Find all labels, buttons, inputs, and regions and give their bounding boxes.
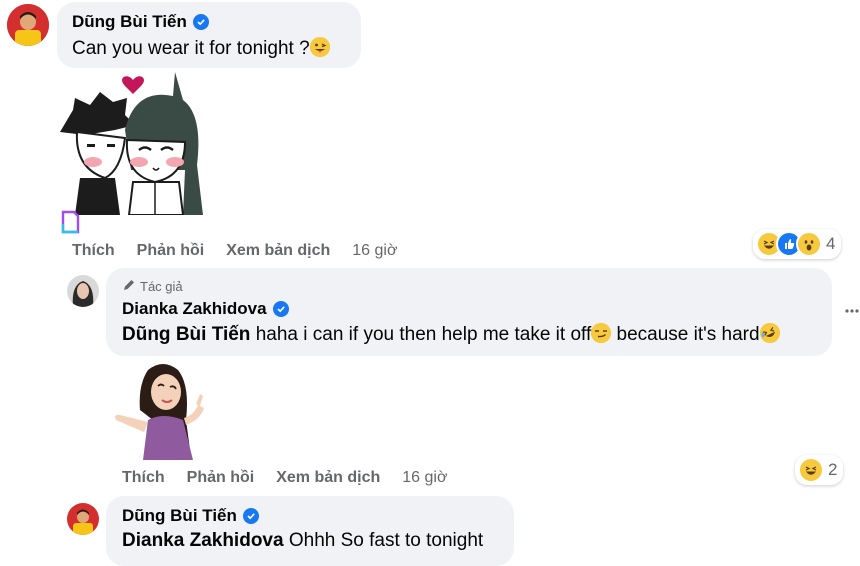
author-name[interactable]: Dianka Zakhidova xyxy=(122,299,267,319)
couple-sticker xyxy=(55,70,205,216)
haha-icon xyxy=(798,457,824,483)
reply-bubble: Dũng Bùi Tiến Dianka Zakhidova Ohhh So f… xyxy=(106,496,514,566)
sticker-pack-icon[interactable] xyxy=(60,210,80,234)
avatar-dung-bui-tien[interactable] xyxy=(67,503,99,535)
translate-link[interactable]: Xem bản dịch xyxy=(276,469,380,487)
author-name[interactable]: Dũng Bùi Tiến xyxy=(122,506,237,526)
reply-text-row: Dũng Bùi Tiến haha i can if you then hel… xyxy=(122,323,780,346)
tongue-out-emoji-icon xyxy=(309,37,330,57)
mention-link[interactable]: Dianka Zakhidova xyxy=(122,530,284,551)
verified-badge-icon xyxy=(192,14,209,30)
rolling-laughing-emoji-icon xyxy=(759,323,780,343)
author-badge: Tác giả xyxy=(122,278,183,295)
reply-actions: Thích Phản hồi Xem bản dịch 16 giờ xyxy=(122,469,447,487)
avatar-image xyxy=(7,4,49,46)
mention-link[interactable]: Dũng Bùi Tiến xyxy=(122,324,250,345)
reply-text-part1: haha i can if you then help me take it o… xyxy=(255,324,592,345)
more-options-icon[interactable] xyxy=(845,303,859,317)
reply-link[interactable]: Phản hồi xyxy=(187,469,255,487)
comment-timestamp[interactable]: 16 giờ xyxy=(352,242,397,260)
avatar-dianka-zakhidova[interactable] xyxy=(67,275,99,307)
girl-pointing-sticker xyxy=(108,360,213,462)
wow-icon xyxy=(796,231,822,257)
smirk-emoji-icon xyxy=(591,323,612,343)
reply-author[interactable]: Dũng Bùi Tiến xyxy=(122,506,259,526)
reply-link[interactable]: Phản hồi xyxy=(137,242,205,260)
reply-text-row: Dianka Zakhidova Ohhh So fast to tonight xyxy=(122,530,483,552)
verified-badge-icon xyxy=(242,508,259,524)
reply-author[interactable]: Dianka Zakhidova xyxy=(122,299,289,319)
reaction-summary[interactable]: 2 xyxy=(795,455,844,485)
comment-text-row: Can you wear it for tonight ? xyxy=(72,37,330,60)
translate-link[interactable]: Xem bản dịch xyxy=(226,242,330,260)
comment-text: Can you wear it for tonight ? xyxy=(72,38,310,59)
reaction-count: 4 xyxy=(826,234,836,253)
reaction-summary[interactable]: 4 xyxy=(753,229,842,259)
avatar-dung-bui-tien[interactable] xyxy=(7,4,49,46)
avatar-image xyxy=(67,275,99,307)
comment-actions: Thích Phản hồi Xem bản dịch 16 giờ xyxy=(72,242,397,260)
like-link[interactable]: Thích xyxy=(122,469,165,487)
heart-icon xyxy=(122,76,144,94)
reply-bubble: Tác giả Dianka Zakhidova Dũng Bùi Tiến h… xyxy=(106,268,832,356)
reply-text: Ohhh So fast to tonight xyxy=(288,530,484,551)
like-link[interactable]: Thích xyxy=(72,242,115,260)
avatar-image xyxy=(67,503,99,535)
reply-timestamp[interactable]: 16 giờ xyxy=(402,469,447,487)
author-name[interactable]: Dũng Bùi Tiến xyxy=(72,12,187,32)
comment-bubble: Dũng Bùi Tiến Can you wear it for tonigh… xyxy=(57,2,361,68)
comment-author[interactable]: Dũng Bùi Tiến xyxy=(72,12,209,32)
reply-text-part2: because it's hard xyxy=(616,324,760,345)
pencil-icon xyxy=(122,278,136,295)
reaction-count: 2 xyxy=(828,460,838,479)
author-badge-label: Tác giả xyxy=(140,279,183,294)
verified-badge-icon xyxy=(272,301,289,317)
